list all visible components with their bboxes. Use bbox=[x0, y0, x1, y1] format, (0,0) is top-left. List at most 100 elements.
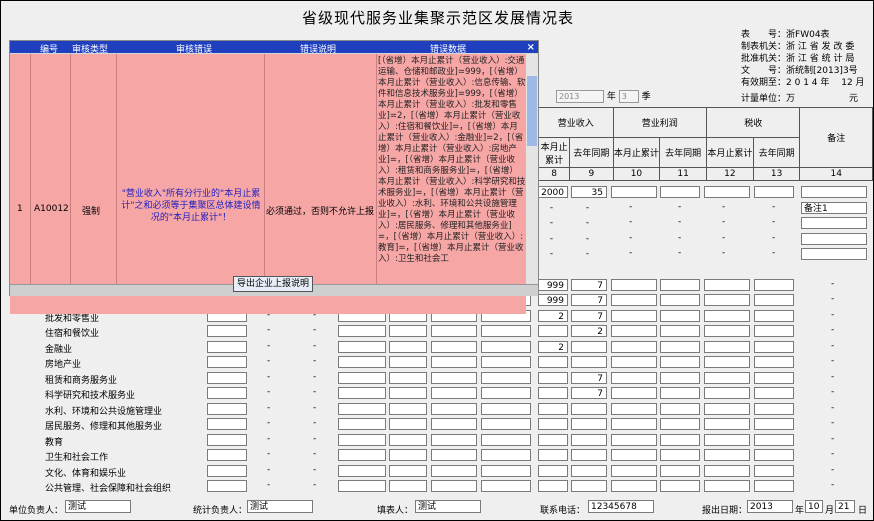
cell-input[interactable] bbox=[611, 449, 657, 461]
cell-input[interactable] bbox=[207, 465, 247, 477]
cell-input[interactable] bbox=[660, 279, 700, 291]
revenue-last-year[interactable]: 35 bbox=[571, 186, 607, 198]
cell-input[interactable] bbox=[611, 310, 657, 322]
unit-head-input[interactable]: 测试 bbox=[65, 500, 131, 513]
revenue-current[interactable] bbox=[538, 434, 568, 446]
stat-head-input[interactable]: 测试 bbox=[247, 500, 313, 513]
revenue-current[interactable]: - bbox=[538, 233, 568, 245]
cell-input[interactable] bbox=[754, 372, 794, 384]
cell-input[interactable] bbox=[754, 341, 794, 353]
error-row[interactable]: 1 A10012 强制 "营业收入"所有分行业的"本月止累计"之和必须等于集聚区… bbox=[10, 54, 526, 314]
remark-input[interactable] bbox=[801, 248, 867, 260]
revenue-current[interactable]: - bbox=[538, 248, 568, 260]
cell-input[interactable] bbox=[207, 372, 247, 384]
cell-input[interactable] bbox=[431, 480, 477, 492]
filler-input[interactable]: 测试 bbox=[415, 500, 481, 513]
year-input[interactable]: 2013 bbox=[556, 90, 604, 103]
cell-input[interactable] bbox=[207, 341, 247, 353]
cell-input[interactable] bbox=[338, 434, 386, 446]
revenue-current[interactable] bbox=[538, 449, 568, 461]
revenue-last-year[interactable]: 7 bbox=[571, 387, 607, 399]
cell-input[interactable] bbox=[704, 325, 750, 337]
revenue-current[interactable]: - bbox=[538, 217, 568, 229]
cell-input[interactable] bbox=[431, 325, 477, 337]
cell-input[interactable] bbox=[338, 480, 386, 492]
cell-input[interactable] bbox=[704, 310, 750, 322]
cell-input[interactable] bbox=[207, 434, 247, 446]
revenue-current[interactable] bbox=[538, 325, 568, 337]
cell-input[interactable] bbox=[704, 356, 750, 368]
cell-input[interactable] bbox=[660, 294, 700, 306]
cell-input[interactable] bbox=[481, 325, 531, 337]
revenue-last-year[interactable] bbox=[571, 403, 607, 415]
cell-input[interactable] bbox=[611, 387, 657, 399]
revenue-last-year[interactable] bbox=[571, 341, 607, 353]
phone-input[interactable]: 12345678 bbox=[588, 500, 654, 513]
cell-input[interactable] bbox=[431, 387, 477, 399]
cell-input[interactable] bbox=[660, 356, 700, 368]
cell-input[interactable] bbox=[389, 341, 427, 353]
cell-input[interactable] bbox=[754, 294, 794, 306]
cell-input[interactable] bbox=[389, 480, 427, 492]
revenue-current[interactable]: 2 bbox=[538, 310, 568, 322]
cell-input[interactable] bbox=[481, 341, 531, 353]
revenue-last-year[interactable]: - bbox=[571, 202, 607, 214]
date-day-input[interactable]: 21 bbox=[835, 500, 855, 513]
cell-input[interactable] bbox=[481, 403, 531, 415]
revenue-last-year[interactable] bbox=[571, 434, 607, 446]
revenue-last-year[interactable] bbox=[571, 449, 607, 461]
cell-input[interactable] bbox=[431, 465, 477, 477]
cell-input[interactable] bbox=[481, 418, 531, 430]
cell-input[interactable] bbox=[704, 186, 750, 198]
cell-input[interactable] bbox=[611, 372, 657, 384]
cell-input[interactable] bbox=[754, 325, 794, 337]
remark-input[interactable] bbox=[801, 186, 867, 198]
cell-input[interactable] bbox=[704, 480, 750, 492]
revenue-current[interactable]: 999 bbox=[538, 279, 568, 291]
cell-input[interactable] bbox=[611, 186, 657, 198]
cell-input[interactable] bbox=[754, 403, 794, 415]
revenue-last-year[interactable]: 7 bbox=[571, 310, 607, 322]
cell-input[interactable] bbox=[660, 341, 700, 353]
cell-input[interactable] bbox=[660, 387, 700, 399]
revenue-current[interactable]: 2 bbox=[538, 341, 568, 353]
cell-input[interactable] bbox=[481, 387, 531, 399]
cell-input[interactable] bbox=[389, 403, 427, 415]
cell-input[interactable] bbox=[704, 434, 750, 446]
revenue-last-year[interactable]: - bbox=[571, 233, 607, 245]
cell-input[interactable] bbox=[754, 279, 794, 291]
cell-input[interactable] bbox=[481, 465, 531, 477]
cell-input[interactable] bbox=[481, 434, 531, 446]
revenue-last-year[interactable]: - bbox=[571, 248, 607, 260]
cell-input[interactable] bbox=[704, 418, 750, 430]
cell-input[interactable] bbox=[754, 480, 794, 492]
cell-input[interactable] bbox=[389, 325, 427, 337]
cell-input[interactable] bbox=[704, 403, 750, 415]
cell-input[interactable] bbox=[207, 418, 247, 430]
cell-input[interactable] bbox=[754, 356, 794, 368]
cell-input[interactable] bbox=[754, 310, 794, 322]
cell-input[interactable] bbox=[754, 434, 794, 446]
cell-input[interactable] bbox=[754, 387, 794, 399]
cell-input[interactable] bbox=[389, 372, 427, 384]
cell-input[interactable] bbox=[611, 341, 657, 353]
cell-input[interactable] bbox=[611, 294, 657, 306]
cell-input[interactable] bbox=[704, 341, 750, 353]
cell-input[interactable] bbox=[660, 449, 700, 461]
cell-input[interactable] bbox=[704, 372, 750, 384]
cell-input[interactable] bbox=[431, 372, 477, 384]
revenue-last-year[interactable] bbox=[571, 465, 607, 477]
cell-input[interactable] bbox=[611, 356, 657, 368]
cell-input[interactable] bbox=[431, 403, 477, 415]
cell-input[interactable] bbox=[704, 279, 750, 291]
revenue-current[interactable] bbox=[538, 356, 568, 368]
revenue-last-year[interactable] bbox=[571, 480, 607, 492]
revenue-current[interactable] bbox=[538, 465, 568, 477]
cell-input[interactable] bbox=[207, 449, 247, 461]
remark-input[interactable] bbox=[801, 233, 867, 245]
cell-input[interactable] bbox=[611, 279, 657, 291]
cell-input[interactable] bbox=[431, 434, 477, 446]
cell-input[interactable] bbox=[431, 356, 477, 368]
date-year-input[interactable]: 2013 bbox=[747, 500, 793, 513]
revenue-current[interactable]: - bbox=[538, 202, 568, 214]
